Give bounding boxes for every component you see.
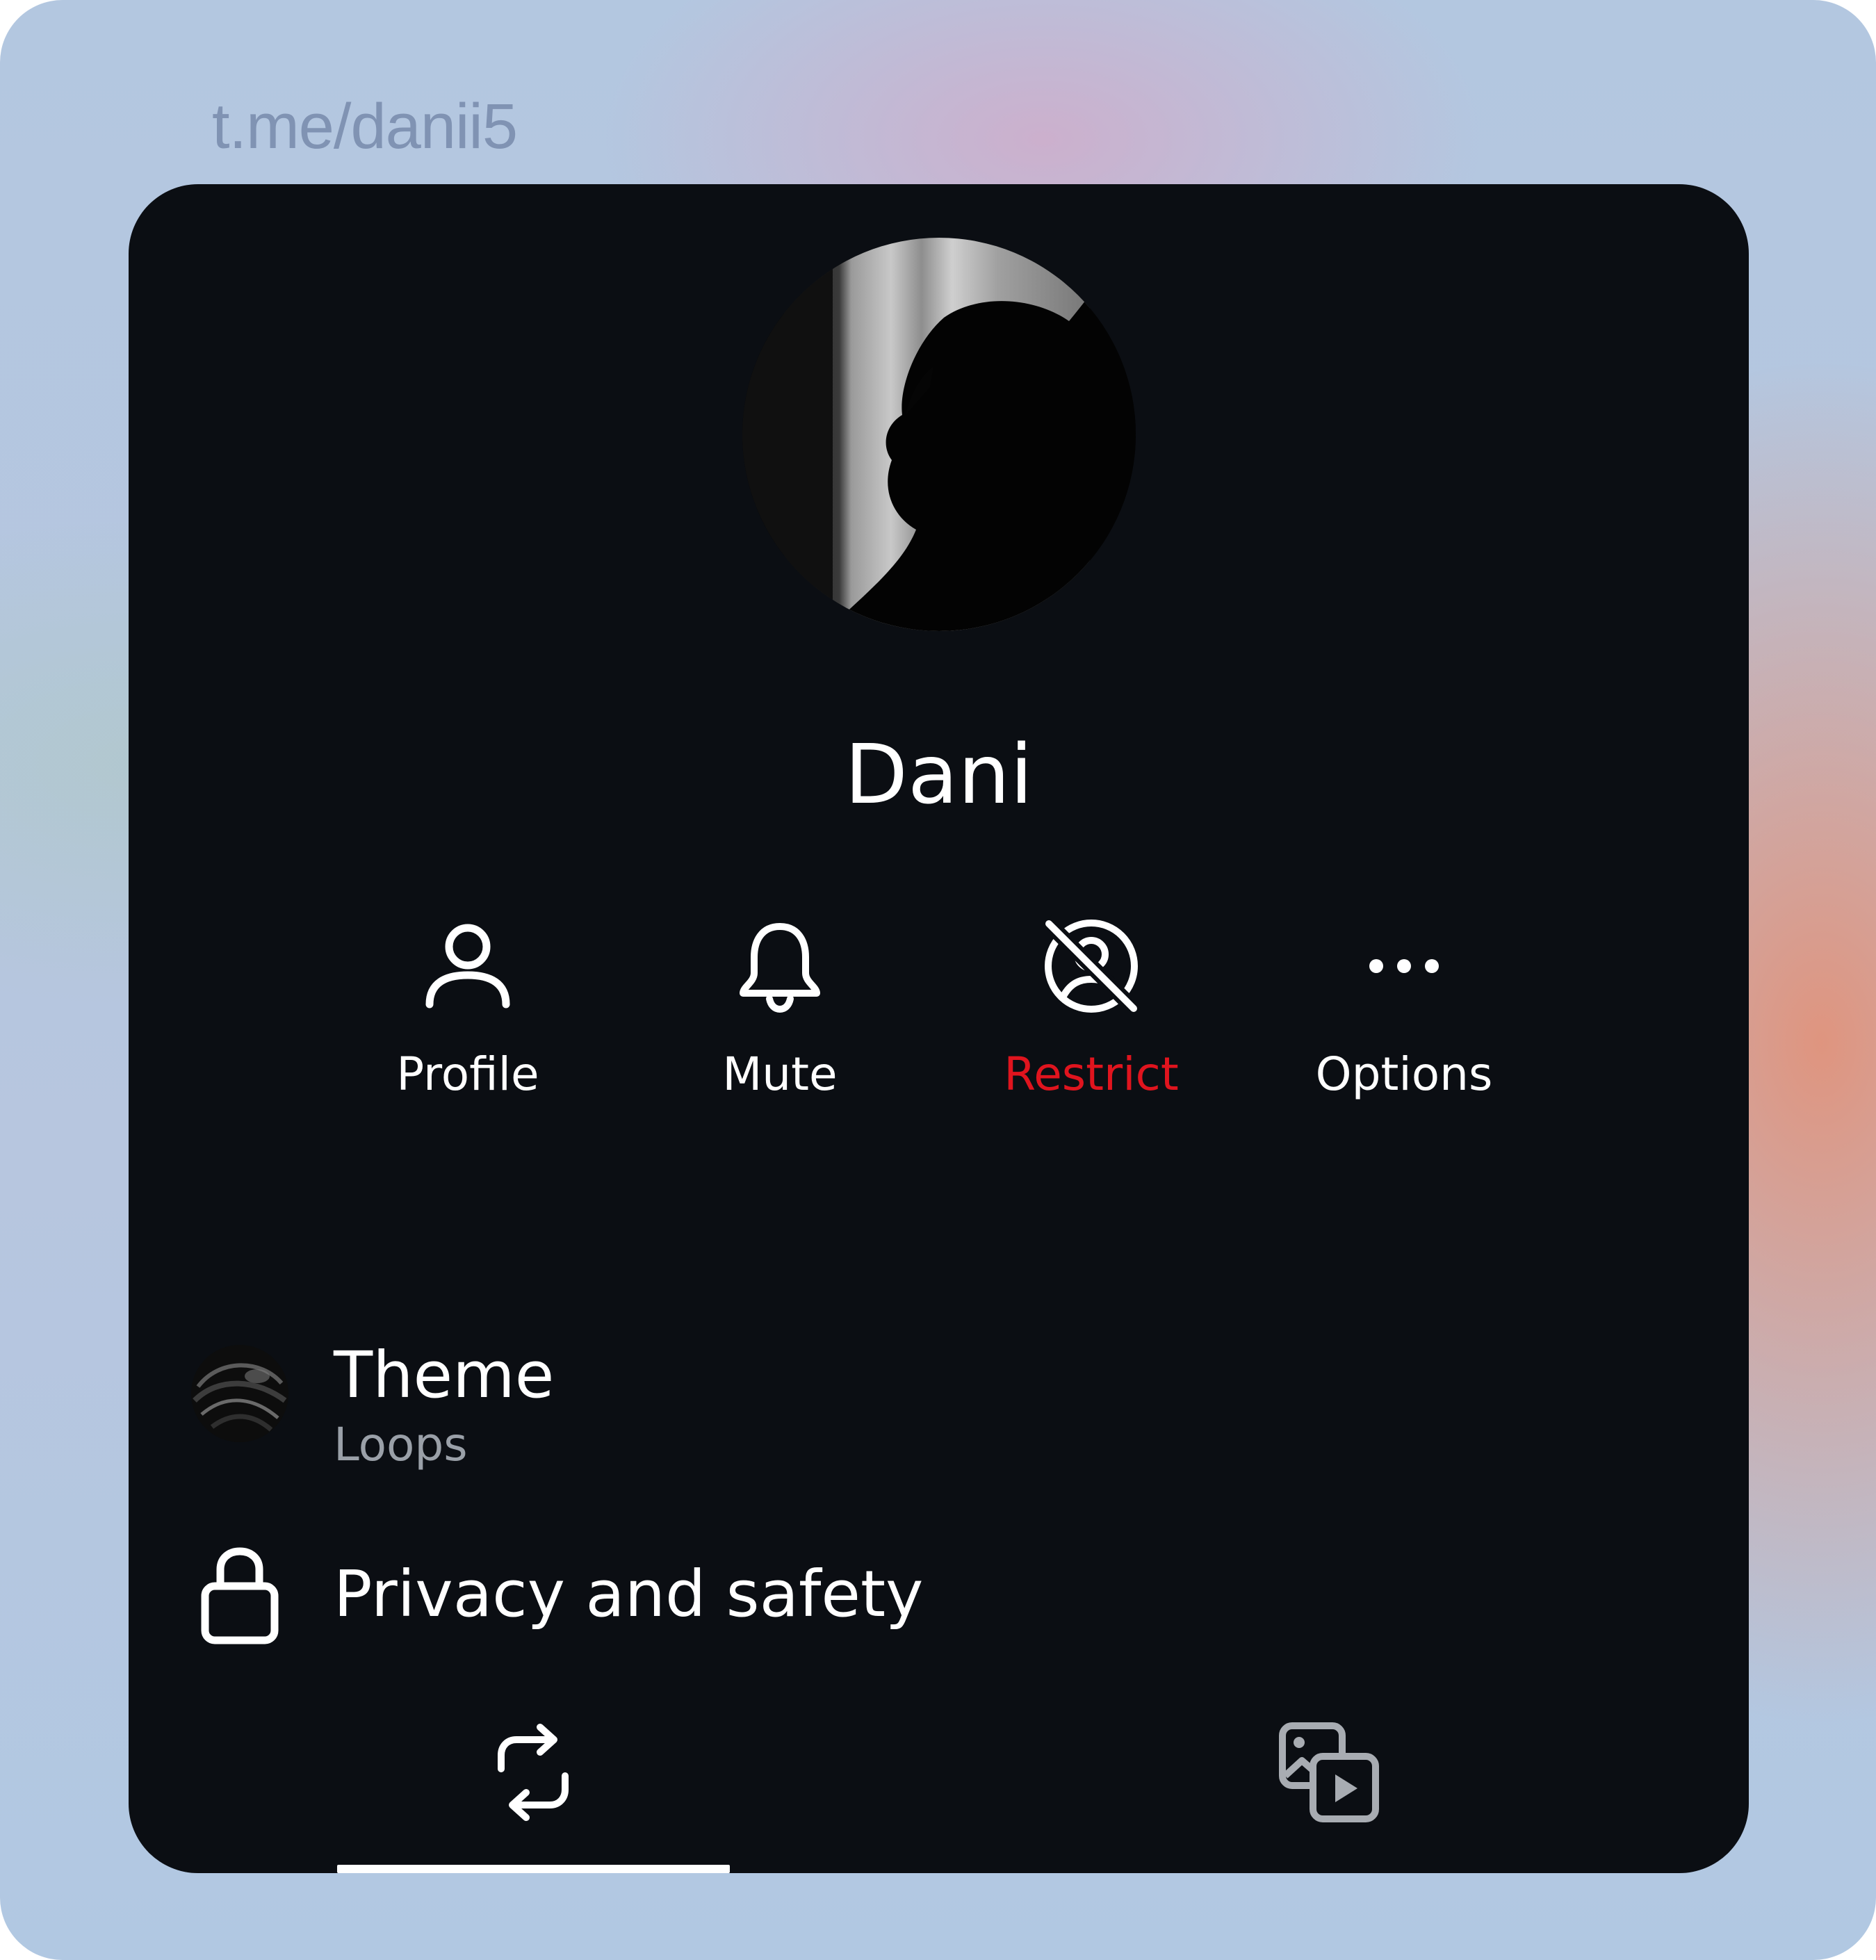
profile-name: Dani [845, 726, 1033, 822]
avatar[interactable] [742, 238, 1136, 631]
theme-value: Loops [334, 1418, 468, 1471]
profile-action-label: Profile [396, 1047, 539, 1101]
profile-card: Dani Profile Mute Restrict Options Theme… [129, 184, 1749, 1873]
person-icon [425, 924, 510, 1008]
theme-title: Theme [334, 1338, 555, 1412]
restrict-action-label: Restrict [1004, 1047, 1179, 1101]
privacy-label: Privacy and safety [334, 1557, 924, 1631]
options-action-label: Options [1315, 1047, 1493, 1101]
theme-setting-row[interactable]: Theme Loops [191, 1310, 1686, 1471]
mute-action-label: Mute [722, 1047, 838, 1101]
avatar-image [742, 238, 1136, 631]
profile-link[interactable]: t.me/danii5 [212, 90, 518, 163]
selected-tab-indicator [337, 1865, 730, 1873]
media-icon [1279, 1722, 1379, 1822]
options-action-button[interactable]: Options [1279, 914, 1529, 1101]
tab-media[interactable] [1157, 1720, 1550, 1873]
more-dots-icon [1369, 959, 1439, 973]
privacy-setting-row[interactable]: Privacy and safety [191, 1526, 1686, 1665]
tab-reposts[interactable] [337, 1720, 730, 1873]
mute-action-button[interactable]: Mute [655, 914, 905, 1101]
restrict-icon [1041, 915, 1142, 1017]
theme-preview-image [191, 1345, 288, 1442]
profile-action-button[interactable]: Profile [343, 914, 593, 1101]
repost-icon [498, 1724, 569, 1821]
bell-icon [740, 923, 820, 1013]
restrict-action-button[interactable]: Restrict [966, 914, 1216, 1101]
theme-thumbnail [191, 1345, 288, 1442]
lock-icon [201, 1547, 279, 1644]
